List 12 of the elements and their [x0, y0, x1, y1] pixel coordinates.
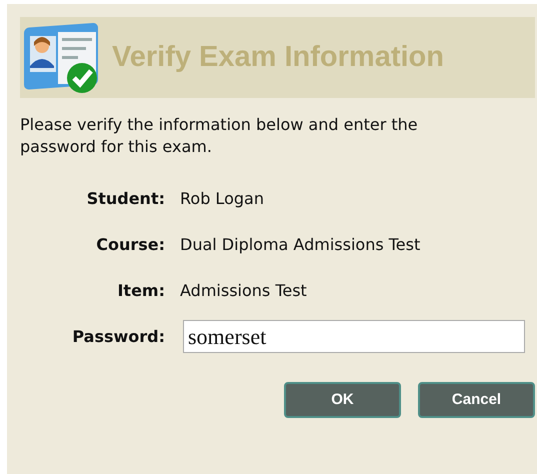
field-label: Course: [95, 234, 165, 256]
ok-button[interactable]: OK [284, 382, 401, 418]
password-label: Password: [71, 326, 165, 348]
field-value: Rob Logan [180, 188, 264, 210]
dialog-title: Verify Exam Information [112, 40, 444, 75]
cancel-button[interactable]: Cancel [418, 382, 535, 418]
field-label: Item: [116, 280, 165, 302]
field-value: Dual Diploma Admissions Test [180, 234, 420, 256]
field-value: Admissions Test [180, 280, 307, 302]
password-field[interactable]: somerset [183, 320, 525, 353]
instructions-text: Please verify the information below and enter the password for this exam. [20, 114, 419, 158]
field-label: Student: [86, 188, 165, 210]
